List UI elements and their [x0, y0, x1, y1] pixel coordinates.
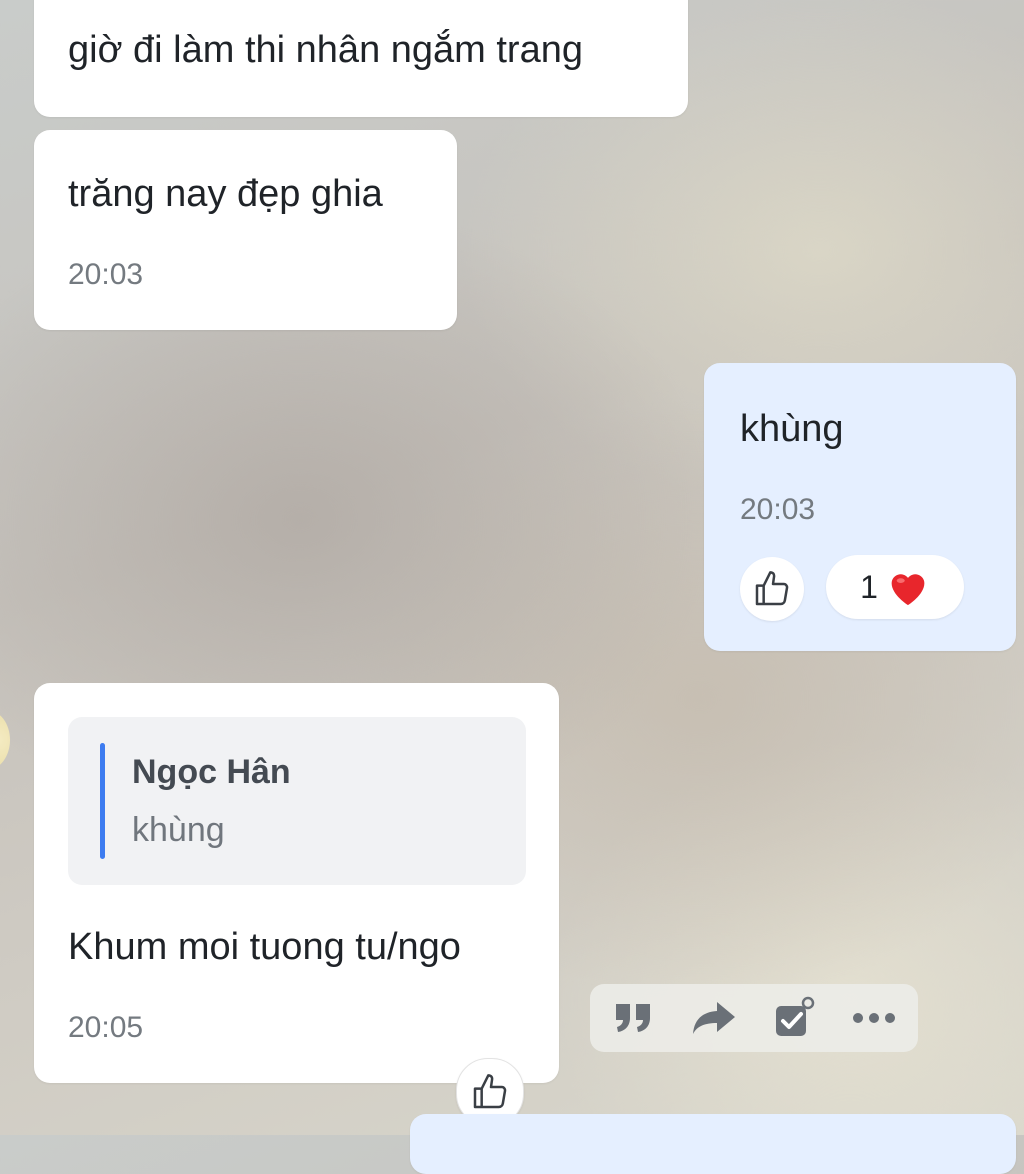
- quote-author: Ngọc Hân: [132, 753, 291, 791]
- like-reaction-button[interactable]: [740, 557, 804, 621]
- message-text: giờ đi làm thi nhân ngắm trang: [68, 29, 583, 71]
- message-bubble[interactable]: giờ đi làm thi nhân ngắm trang: [34, 0, 688, 117]
- message-time: 20:03: [68, 258, 144, 291]
- forward-button[interactable]: [688, 994, 740, 1042]
- forward-icon: [693, 1002, 735, 1034]
- create-task-button[interactable]: [768, 994, 820, 1042]
- reaction-summary[interactable]: 1: [826, 555, 964, 619]
- heart-icon: [891, 574, 925, 606]
- message-text: Khum moi tuong tu/ngo: [68, 926, 461, 968]
- message-bubble-outgoing[interactable]: [410, 1114, 1016, 1174]
- message-time: 20:05: [68, 1011, 144, 1044]
- message-action-bar: [590, 984, 918, 1052]
- thumbs-up-icon: [755, 571, 789, 606]
- avatar[interactable]: [0, 710, 10, 770]
- more-icon: [853, 1013, 895, 1023]
- message-bubble[interactable]: Ngọc Hân khùng Khum moi tuong tu/ngo 20:…: [34, 683, 559, 1083]
- quote-text: khùng: [132, 811, 225, 849]
- more-options-button[interactable]: [848, 994, 900, 1042]
- quoted-message[interactable]: Ngọc Hân khùng: [68, 717, 526, 885]
- thumbs-up-icon: [473, 1074, 507, 1109]
- quote-bar: [100, 743, 105, 859]
- message-text: trăng nay đẹp ghia: [68, 173, 383, 215]
- task-icon: [776, 996, 815, 1036]
- quote-button[interactable]: [608, 994, 660, 1042]
- message-bubble-outgoing[interactable]: khùng 20:03 1: [704, 363, 1016, 651]
- reaction-count: 1: [860, 568, 878, 605]
- message-text: khùng: [740, 408, 844, 450]
- quote-icon: [616, 1004, 650, 1032]
- message-time: 20:03: [740, 493, 816, 526]
- message-bubble[interactable]: trăng nay đẹp ghia 20:03: [34, 130, 457, 330]
